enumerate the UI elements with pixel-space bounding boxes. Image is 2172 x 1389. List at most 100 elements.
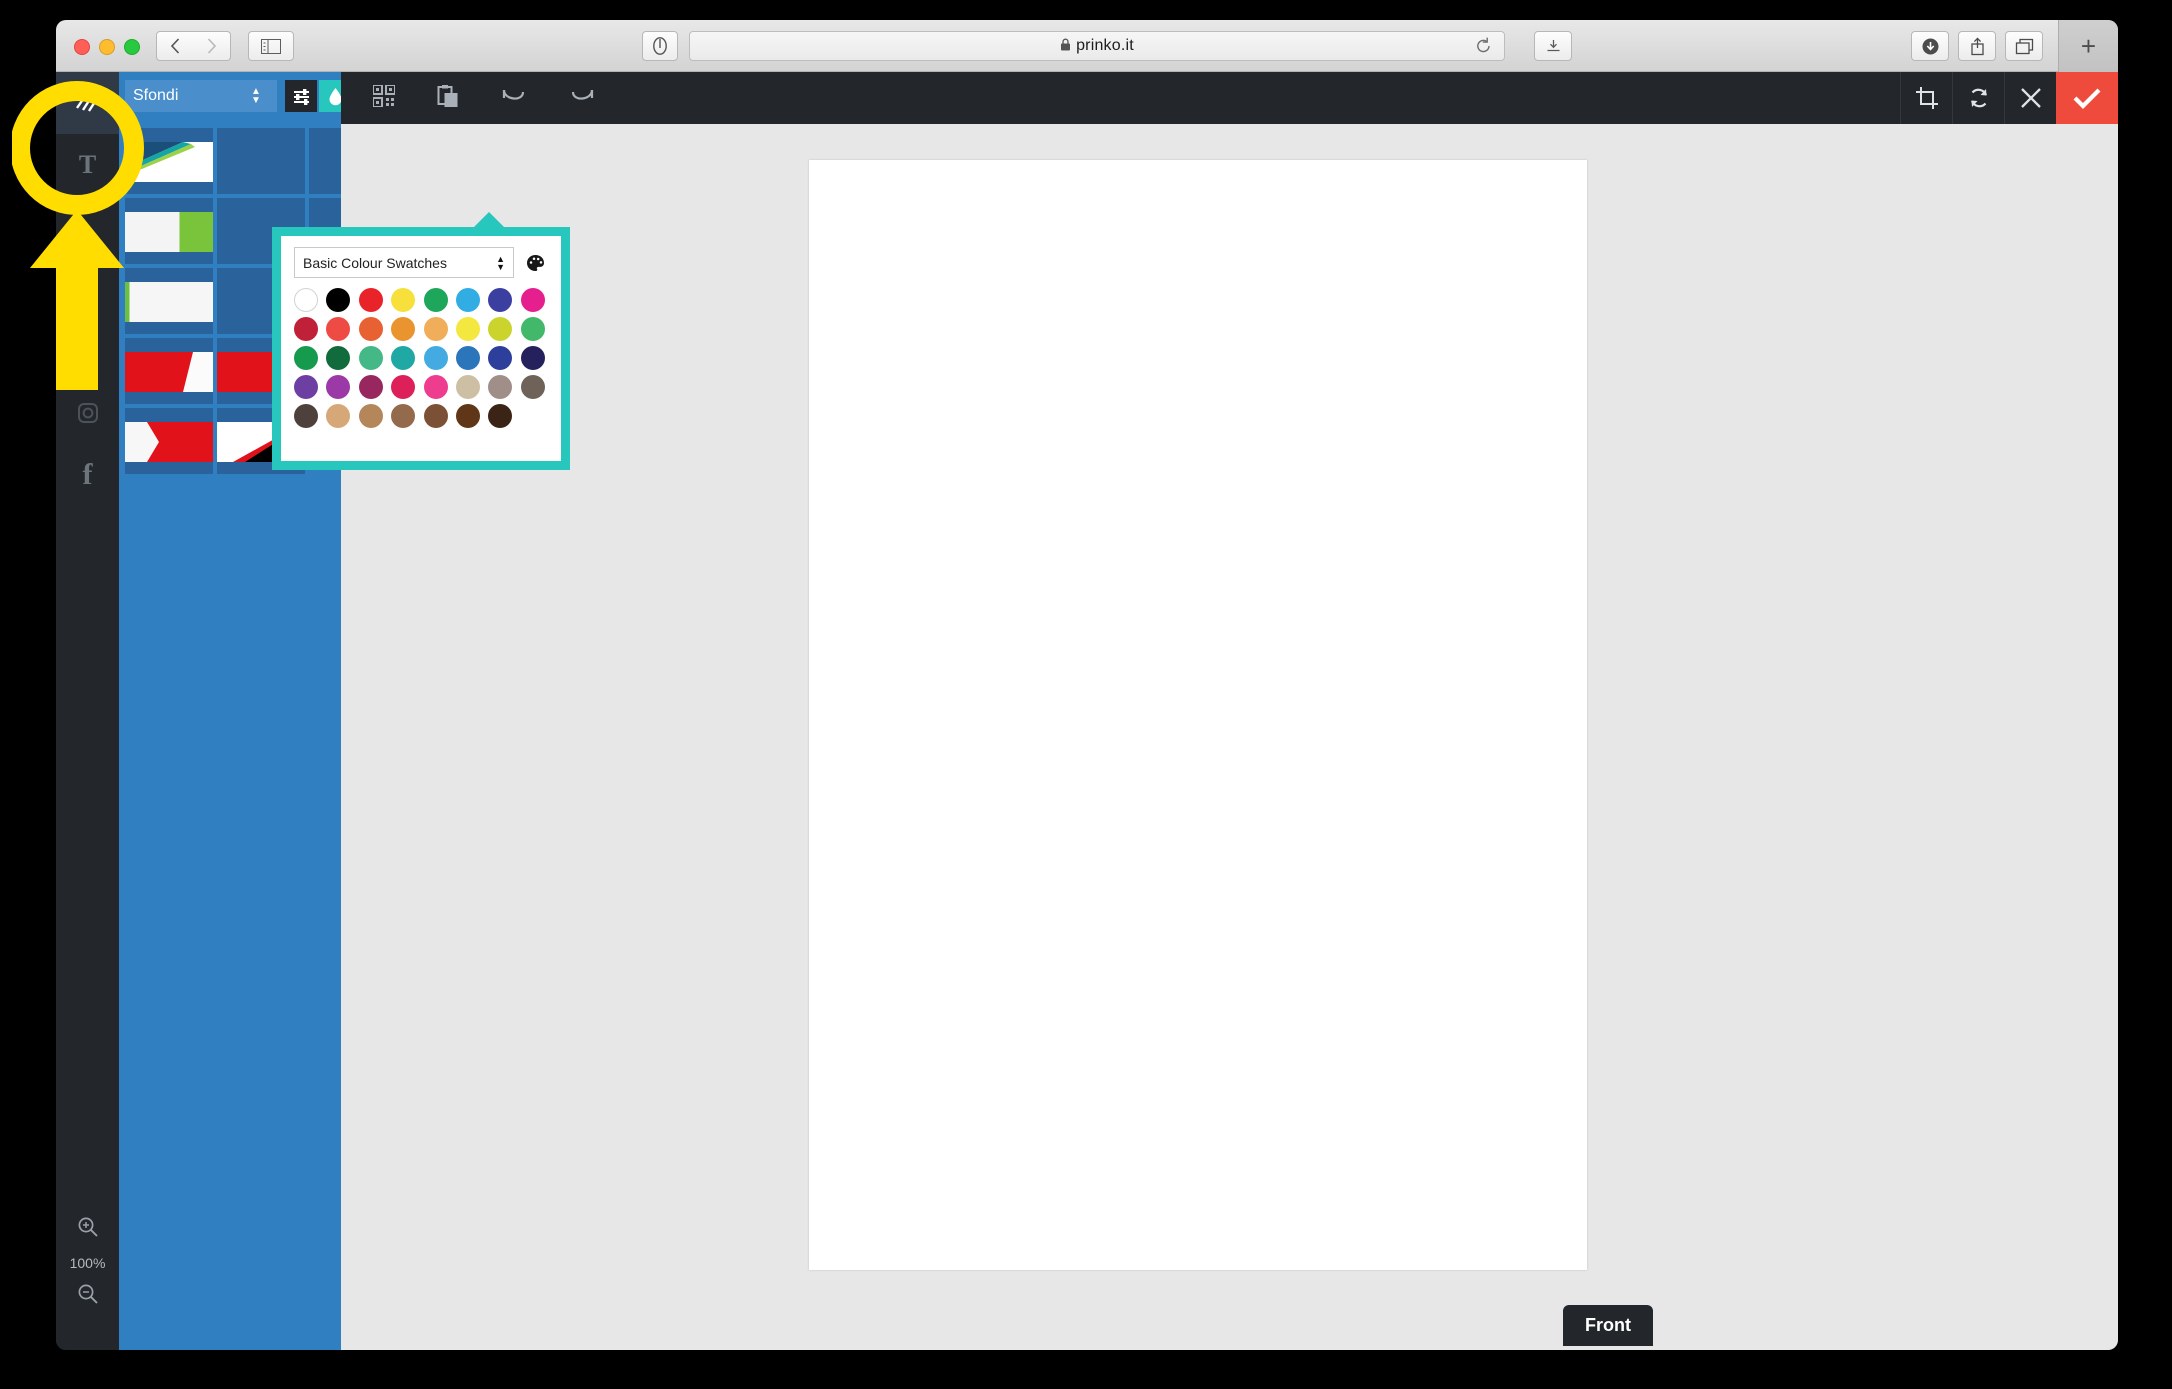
close-icon[interactable] [2004,72,2056,124]
colour-swatch-3[interactable] [391,288,416,312]
colour-swatch-31[interactable] [520,375,545,399]
colour-swatch-6[interactable] [488,288,513,312]
paste-icon[interactable] [437,84,459,113]
redo-icon[interactable] [569,86,595,111]
application-area: T f 100% Sfondi ▲ ▼ Front Basic Colour S… [56,72,2118,1350]
lock-icon [1060,38,1071,54]
colour-swatch-15[interactable] [520,317,545,341]
stepper-arrows-icon[interactable]: ▲ ▼ [496,254,505,271]
colour-swatch-12[interactable] [423,317,448,341]
colour-swatch-38[interactable] [488,404,513,428]
colour-swatch-32[interactable] [294,404,318,428]
thumb-white-red[interactable] [125,408,213,474]
colour-swatch-28[interactable] [423,375,448,399]
instagram-tool[interactable] [56,382,119,444]
colour-swatch-5[interactable] [455,288,480,312]
front-side-tab[interactable]: Front [1563,1305,1653,1346]
zoom-out-icon[interactable] [77,1283,99,1310]
text-tool[interactable]: T [56,134,119,196]
colour-swatch-4[interactable] [423,288,448,312]
url-bar[interactable]: prinko.it [689,31,1505,61]
colour-swatch-23[interactable] [520,346,545,370]
tab-overview-icon[interactable] [2005,31,2043,61]
stepper-arrows-icon[interactable]: ▲ ▼ [247,84,265,108]
colour-swatch-22[interactable] [488,346,513,370]
colour-swatch-26[interactable] [358,375,383,399]
window-close-button[interactable] [74,39,90,55]
back-button[interactable] [156,31,194,61]
colour-swatch-36[interactable] [423,404,448,428]
sidebar-toggle-icon[interactable] [248,31,294,61]
design-canvas[interactable] [809,160,1587,1270]
colour-swatch-34[interactable] [358,404,383,428]
browser-right-buttons [1911,31,2043,61]
colour-swatch-1[interactable] [326,288,351,312]
colour-swatch-13[interactable] [455,317,480,341]
colour-swatch-0[interactable] [294,288,318,312]
reload-icon[interactable] [1475,37,1492,60]
colour-swatch-25[interactable] [326,375,351,399]
facebook-tool[interactable]: f [56,444,119,506]
colour-swatch-17[interactable] [326,346,351,370]
browser-toolbar: prinko.it + [56,20,2118,72]
spacer-tool-2 [56,258,119,320]
colour-swatch-header: Basic Colour Swatches ▲ ▼ [294,247,548,278]
share-icon[interactable] [1958,31,1996,61]
spacer-tool-1 [56,196,119,258]
colour-swatch-10[interactable] [358,317,383,341]
colour-swatch-21[interactable] [455,346,480,370]
colour-swatch-14[interactable] [488,317,513,341]
confirm-button[interactable] [2056,72,2118,124]
thumb-blank-1[interactable] [217,128,305,194]
screen: prinko.it + T f 100% Sfondi ▲ ▼ Front Ba… [0,0,2172,1389]
forward-button[interactable] [193,31,231,61]
swatch-set-label: Basic Colour Swatches [303,254,447,271]
category-select-value: Sfondi [133,87,179,104]
colour-swatch-11[interactable] [391,317,416,341]
thumb-green-block[interactable] [125,198,213,264]
thumb-red-white-1[interactable] [125,338,213,404]
new-tab-button[interactable]: + [2058,20,2118,72]
colour-swatch-20[interactable] [423,346,448,370]
colour-swatch-2[interactable] [358,288,383,312]
privacy-report-icon[interactable] [642,31,678,61]
colour-swatch-29[interactable] [455,375,480,399]
tool-rail: T f 100% [56,72,130,1350]
app-toolbar-right [1900,72,2118,124]
app-toolbar [341,72,2118,124]
reader-view-icon[interactable] [1534,31,1572,61]
zoom-controls: 100% [56,1216,119,1310]
thumb-teal-swoosh[interactable] [125,128,213,194]
thumb-white-texture[interactable] [125,268,213,334]
swatch-set-select[interactable]: Basic Colour Swatches ▲ ▼ [294,247,514,278]
sliders-icon[interactable] [285,80,317,112]
colour-swatch-19[interactable] [391,346,416,370]
colour-swatch-9[interactable] [326,317,351,341]
zoom-level-label: 100% [69,1255,106,1271]
colour-swatch-35[interactable] [391,404,416,428]
url-text: prinko.it [1076,37,1134,54]
colour-swatch-8[interactable] [294,317,318,341]
panel-header: Sfondi ▲ ▼ [119,72,351,120]
download-icon[interactable] [1911,31,1949,61]
colour-swatch-24[interactable] [294,375,318,399]
colour-swatch-7[interactable] [520,288,545,312]
upload-tool[interactable] [56,320,119,382]
qr-code-icon[interactable] [372,83,396,112]
colour-swatch-popup: Basic Colour Swatches ▲ ▼ [272,212,570,470]
colour-swatch-16[interactable] [294,346,318,370]
crop-icon[interactable] [1900,72,1952,124]
window-minimize-button[interactable] [99,39,115,55]
colour-swatch-30[interactable] [488,375,513,399]
rotate-icon[interactable] [1952,72,2004,124]
colour-swatch-27[interactable] [391,375,416,399]
pattern-tool[interactable] [56,72,130,134]
colour-swatch-18[interactable] [358,346,383,370]
undo-icon[interactable] [501,86,527,111]
app-toolbar-left [341,83,595,113]
colour-swatch-37[interactable] [455,404,480,428]
colour-swatch-33[interactable] [326,404,351,428]
palette-icon[interactable] [522,247,548,278]
window-maximize-button[interactable] [124,39,140,55]
zoom-in-icon[interactable] [77,1216,99,1243]
